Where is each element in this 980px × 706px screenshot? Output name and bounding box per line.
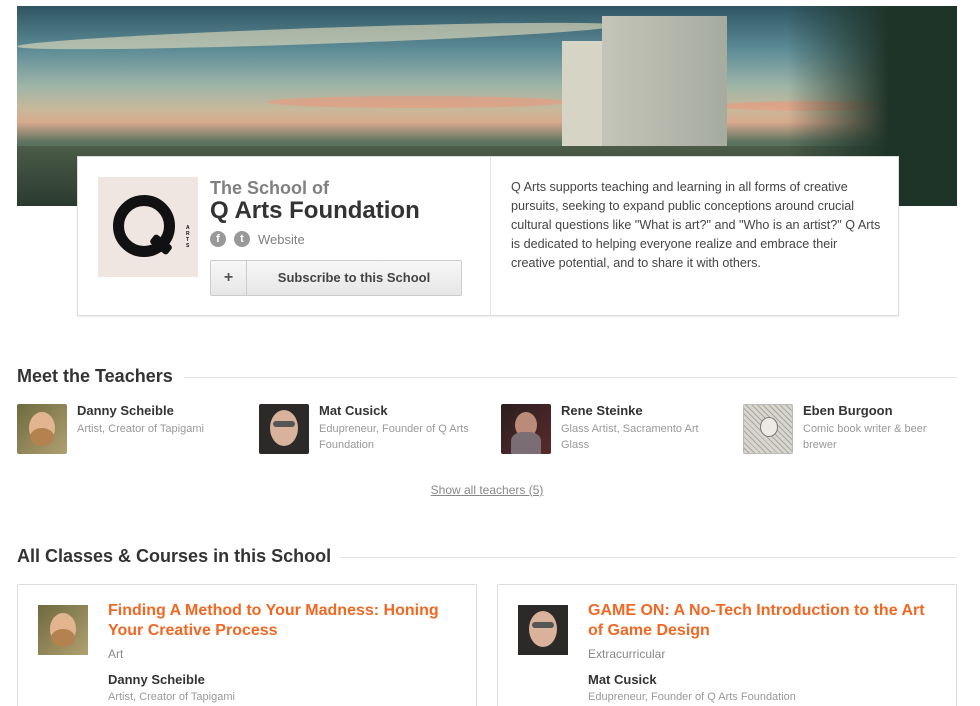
class-teacher-avatar[interactable] [38, 605, 88, 655]
teacher-name[interactable]: Eben Burgoon [803, 403, 893, 418]
twitter-icon[interactable]: t [234, 231, 250, 247]
teacher-name[interactable]: Danny Scheible [77, 403, 174, 418]
teacher-card[interactable]: Eben Burgoon Comic book writer & beer br… [743, 403, 973, 458]
class-teacher-role: Edupreneur, Founder of Q Arts Foundation [588, 691, 796, 703]
teacher-name[interactable]: Mat Cusick [319, 403, 388, 418]
section-divider [340, 557, 957, 558]
school-logo: ARTS [98, 177, 198, 277]
show-all-teachers-link[interactable]: Show all teachers (5) [0, 483, 974, 497]
class-teacher-avatar[interactable] [518, 605, 568, 655]
school-info-card: ARTS The School of Q Arts Foundation f t… [77, 156, 899, 316]
class-category: Extracurricular [588, 647, 666, 661]
website-link[interactable]: Website [258, 232, 305, 247]
school-prefix: The School of [210, 178, 329, 198]
class-teacher-name[interactable]: Mat Cusick [588, 672, 657, 687]
subscribe-button[interactable]: + Subscribe to this School [210, 260, 462, 296]
class-card[interactable]: GAME ON: A No-Tech Introduction to the A… [497, 584, 957, 706]
class-category: Art [108, 647, 124, 661]
teachers-section-title: Meet the Teachers [17, 366, 173, 386]
class-title[interactable]: GAME ON: A No-Tech Introduction to the A… [588, 601, 938, 641]
teacher-avatar[interactable] [259, 404, 309, 454]
logo-arts-text: ARTS [186, 225, 190, 249]
school-description: Q Arts supports teaching and learning in… [511, 180, 881, 270]
card-divider [490, 157, 491, 315]
teacher-avatar[interactable] [743, 404, 793, 454]
teacher-card[interactable]: Rene Steinke Glass Artist, Sacramento Ar… [501, 403, 731, 458]
class-teacher-name[interactable]: Danny Scheible [108, 672, 205, 687]
class-title[interactable]: Finding A Method to Your Madness: Honing… [108, 601, 458, 641]
teacher-role: Comic book writer & beer brewer [803, 423, 927, 451]
class-teacher-role: Artist, Creator of Tapigami [108, 691, 235, 703]
section-divider [184, 377, 957, 378]
social-links: f t Website [210, 231, 305, 247]
teacher-role: Edupreneur, Founder of Q Arts Foundation [319, 423, 469, 451]
teacher-avatar[interactable] [17, 404, 67, 454]
plus-icon: + [211, 261, 247, 295]
classes-section-title: All Classes & Courses in this School [17, 546, 332, 566]
teacher-name[interactable]: Rene Steinke [561, 403, 643, 418]
subscribe-label: Subscribe to this School [277, 270, 431, 285]
teacher-role: Glass Artist, Sacramento Art Glass [561, 423, 699, 451]
teacher-card[interactable]: Mat Cusick Edupreneur, Founder of Q Arts… [259, 403, 489, 458]
class-card[interactable]: Finding A Method to Your Madness: Honing… [17, 584, 477, 706]
teacher-card[interactable]: Danny Scheible Artist, Creator of Tapiga… [17, 403, 247, 458]
teacher-avatar[interactable] [501, 404, 551, 454]
teacher-role: Artist, Creator of Tapigami [77, 423, 204, 435]
facebook-icon[interactable]: f [210, 231, 226, 247]
school-name: Q Arts Foundation [210, 197, 420, 224]
